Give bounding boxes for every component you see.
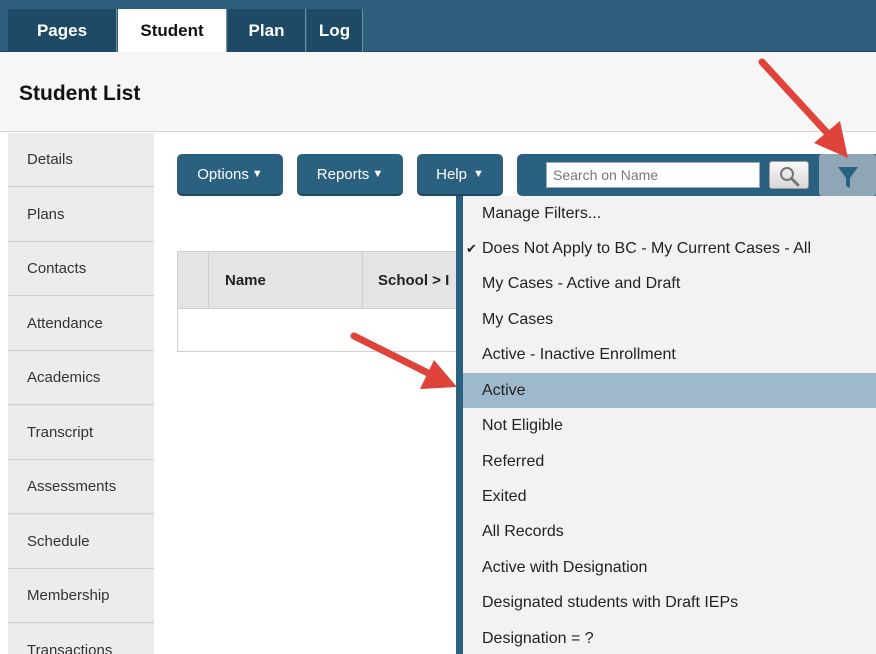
filter-menu-item[interactable]: Exited — [463, 479, 876, 514]
column-divider — [362, 252, 363, 309]
filter-menu-item[interactable]: All Records — [463, 514, 876, 549]
select-all-column[interactable] — [178, 252, 209, 309]
page-header: Student List — [0, 52, 876, 132]
search-input[interactable] — [546, 162, 760, 188]
sidebar-item-transcript[interactable]: Transcript — [8, 406, 154, 460]
filter-menu-item[interactable]: ✔ Does Not Apply to BC - My Current Cases… — [463, 231, 876, 266]
filter-menu-item[interactable]: My Cases — [463, 302, 876, 337]
help-label: Help — [436, 165, 467, 183]
column-header-name[interactable]: Name — [225, 272, 266, 289]
filter-menu-item-label: Designation = ? — [482, 629, 594, 647]
checkmark-icon: ✔ — [466, 240, 477, 256]
filter-menu-item-label: Referred — [482, 452, 545, 470]
tab-pages[interactable]: Pages — [8, 9, 117, 52]
options-label: Options — [197, 165, 249, 183]
search-button[interactable] — [769, 161, 809, 189]
sidebar-item-attendance[interactable]: Attendance — [8, 297, 154, 351]
filter-menu-item[interactable]: Active - Inactive Enrollment — [463, 337, 876, 372]
filter-menu-item[interactable]: Referred — [463, 444, 876, 479]
filter-menu-item-label: Active — [482, 381, 526, 399]
filter-menu-item-label: Active - Inactive Enrollment — [482, 345, 676, 363]
caret-down-icon: ▼ — [472, 168, 484, 180]
caret-down-icon: ▼ — [251, 168, 263, 180]
filter-menu-item[interactable]: My Cases - Active and Draft — [463, 266, 876, 301]
filter-menu-item-label: Not Eligible — [482, 416, 563, 434]
sidebar-item-membership[interactable]: Membership — [8, 569, 154, 623]
sidebar-item-plans[interactable]: Plans — [8, 188, 154, 242]
sidebar-item-transactions[interactable]: Transactions — [8, 624, 154, 654]
table-header: Name School > I — [178, 252, 466, 309]
help-button[interactable]: Help ▼ — [417, 154, 503, 196]
filter-menu-item-selected[interactable]: Active — [463, 373, 876, 408]
top-tab-bar: Pages Student Plan Log — [0, 0, 876, 52]
search-bar — [517, 154, 876, 196]
sidebar-item-academics[interactable]: Academics — [8, 351, 154, 405]
sidebar-item-details[interactable]: Details — [8, 133, 154, 187]
filter-button[interactable] — [819, 154, 876, 196]
filter-menu-item-label: All Records — [482, 522, 564, 540]
page-title: Student List — [19, 82, 141, 105]
funnel-icon — [838, 167, 858, 188]
filter-menu-item-label: Active with Designation — [482, 558, 648, 576]
filter-dropdown-menu: Manage Filters... ✔ Does Not Apply to BC … — [456, 196, 876, 654]
filter-menu-item-label: My Cases - Active and Draft — [482, 274, 681, 292]
tab-log[interactable]: Log — [307, 9, 363, 52]
filter-menu-item-label: Designated students with Draft IEPs — [482, 593, 739, 611]
filter-menu-item-label: My Cases — [482, 310, 554, 328]
tab-plan[interactable]: Plan — [228, 9, 306, 52]
sidebar-item-schedule[interactable]: Schedule — [8, 515, 154, 569]
filter-menu-item[interactable]: Active with Designation — [463, 550, 876, 585]
reports-label: Reports — [316, 165, 370, 183]
filter-menu-item[interactable]: Designation = ? — [463, 621, 876, 654]
options-button[interactable]: Options ▼ — [177, 154, 283, 196]
filter-menu-item-label: Manage Filters... — [482, 204, 602, 222]
tab-student[interactable]: Student — [118, 9, 227, 52]
filter-menu-item[interactable]: Designated students with Draft IEPs — [463, 585, 876, 620]
caret-down-icon: ▼ — [372, 168, 384, 180]
filter-menu-item[interactable]: Not Eligible — [463, 408, 876, 443]
sidebar-item-assessments[interactable]: Assessments — [8, 460, 154, 514]
sidebar-item-contacts[interactable]: Contacts — [8, 242, 154, 296]
column-header-school[interactable]: School > I — [378, 272, 449, 289]
magnifier-icon — [780, 167, 800, 187]
filter-menu-item[interactable]: Manage Filters... — [463, 196, 876, 231]
filter-menu-item-label: Does Not Apply to BC - My Current Cases … — [482, 239, 811, 257]
student-table: Name School > I — [177, 251, 467, 352]
sidebar: Details Plans Contacts Attendance Academ… — [8, 133, 154, 654]
filter-menu-item-label: Exited — [482, 487, 527, 505]
reports-button[interactable]: Reports ▼ — [297, 154, 403, 196]
